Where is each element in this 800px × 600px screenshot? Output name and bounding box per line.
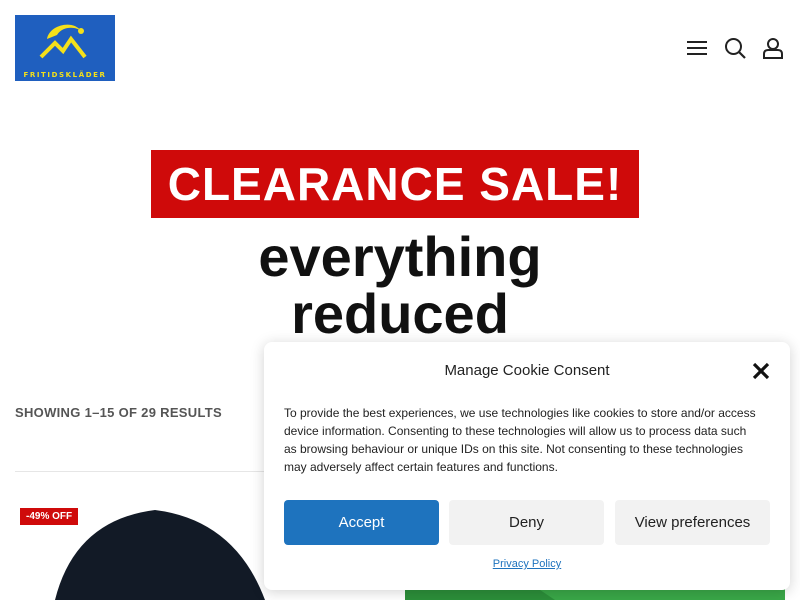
accept-button[interactable]: Accept	[284, 500, 439, 545]
site-logo[interactable]: FRITIDSKLÄDER	[15, 15, 115, 81]
logo-text: FRITIDSKLÄDER	[23, 71, 107, 79]
header-actions	[685, 36, 785, 60]
logo-mark-icon	[39, 24, 87, 59]
cookie-consent-dialog: Manage Cookie Consent To provide the bes…	[264, 342, 790, 590]
headline-line-2: reduced	[291, 282, 509, 345]
divider	[15, 471, 275, 472]
sale-badge: -49% OFF	[20, 508, 79, 525]
menu-icon[interactable]	[685, 36, 709, 60]
privacy-policy-link[interactable]: Privacy Policy	[264, 558, 790, 570]
clearance-banner: CLEARANCE SALE!	[151, 150, 639, 218]
close-icon[interactable]	[750, 360, 772, 382]
deny-button[interactable]: Deny	[449, 500, 604, 545]
headline-line-1: everything	[258, 225, 542, 288]
cookie-title: Manage Cookie Consent	[444, 362, 610, 379]
search-icon[interactable]	[723, 36, 747, 60]
user-icon[interactable]	[761, 36, 785, 60]
results-count: SHOWING 1–15 OF 29 RESULTS	[15, 405, 222, 420]
cookie-body: To provide the best experiences, we use …	[284, 406, 756, 474]
view-preferences-button[interactable]: View preferences	[615, 500, 770, 545]
